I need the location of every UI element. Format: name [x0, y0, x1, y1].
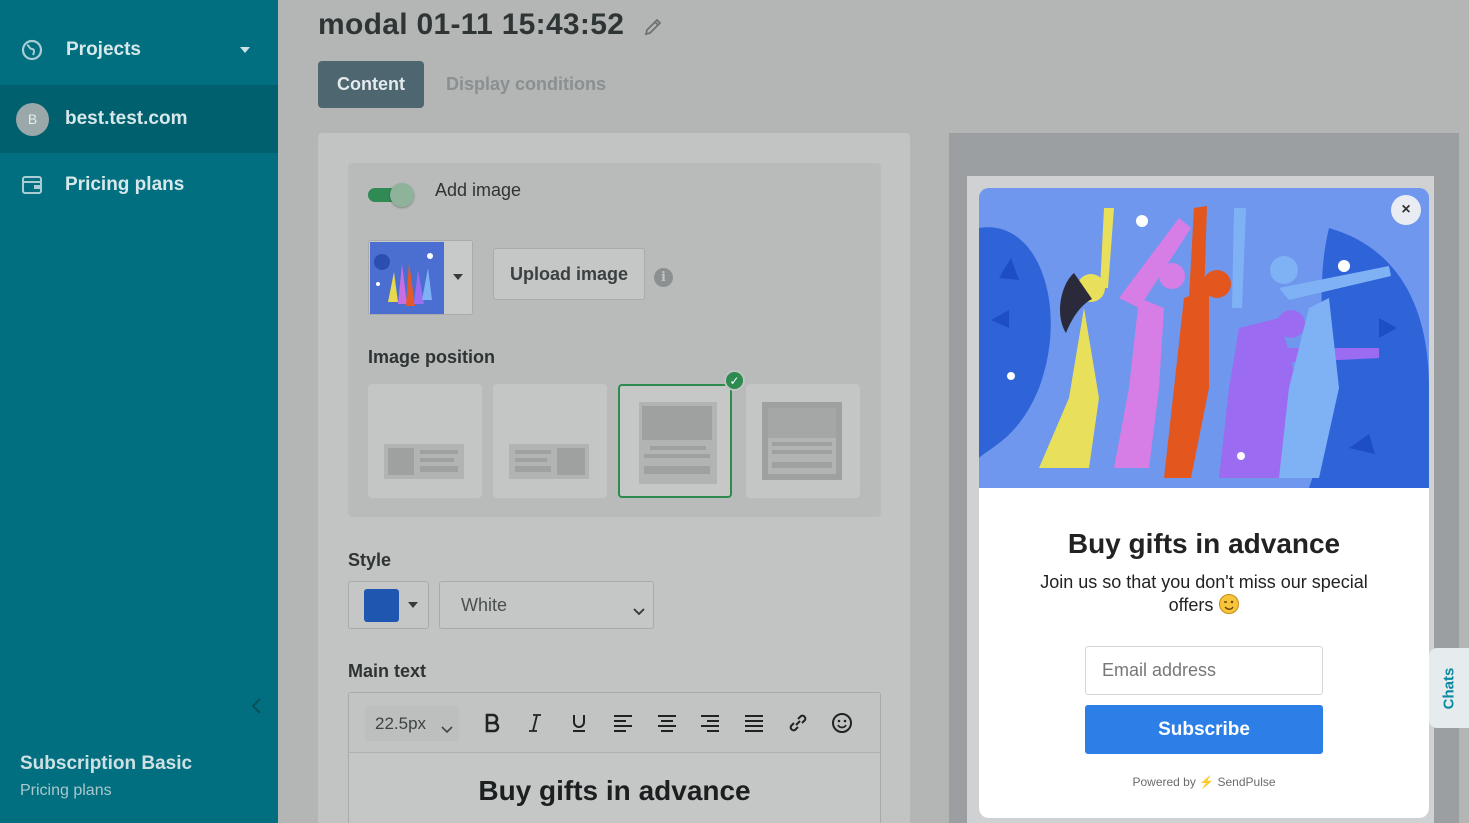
chevron-down-icon: [408, 602, 418, 608]
email-placeholder: Email address: [1102, 660, 1217, 680]
wink-emoji-icon: [1219, 594, 1240, 614]
font-size-value: 22.5px: [375, 713, 427, 733]
globe-icon: [20, 38, 44, 62]
color-picker-button[interactable]: [348, 581, 429, 629]
check-icon: ✓: [724, 370, 745, 391]
tab-display-conditions[interactable]: Display conditions: [436, 61, 616, 108]
modal-subtitle: Join us so that you don't miss our speci…: [1019, 571, 1389, 617]
modal-preview: × Buy gifts in advance Join us so that y…: [979, 188, 1429, 818]
editor-toolbar: 22.5px: [349, 693, 880, 753]
font-size-select[interactable]: 22.5px: [365, 706, 459, 741]
add-image-label: Add image: [435, 180, 522, 200]
rich-text-editor[interactable]: 22.5px Buy gifts in advance: [348, 692, 881, 823]
toggle-knob: [390, 183, 414, 207]
image-position-right[interactable]: [493, 384, 607, 498]
italic-icon[interactable]: [523, 711, 547, 735]
modal-title: Buy gifts in advance: [1067, 528, 1341, 559]
page-title: modal 01-11 15:43:52: [318, 8, 625, 41]
link-icon[interactable]: [786, 711, 810, 735]
tab-content[interactable]: Content: [318, 61, 424, 108]
avatar: B: [16, 102, 49, 136]
powered-brand: SendPulse: [1217, 775, 1276, 789]
email-field[interactable]: Email address: [1085, 646, 1323, 695]
subscribe-button[interactable]: Subscribe: [1085, 705, 1323, 754]
chevron-down-icon: [240, 47, 250, 53]
align-right-icon[interactable]: [698, 711, 722, 735]
powered-prefix: Powered by: [1132, 775, 1196, 789]
image-position-left[interactable]: [368, 384, 482, 498]
pencil-icon[interactable]: [642, 16, 664, 38]
image-position-label: Image position: [368, 347, 496, 367]
sidebar-item-projects[interactable]: Projects: [0, 17, 278, 83]
chevron-down-icon: [633, 600, 645, 616]
style-select[interactable]: White: [439, 581, 654, 629]
plan-subtitle[interactable]: Pricing plans: [20, 782, 112, 800]
sidebar-item-site[interactable]: B best.test.com: [0, 85, 278, 153]
sidebar-item-label: best.test.com: [65, 108, 188, 129]
plan-title[interactable]: Subscription Basic: [20, 753, 192, 775]
wallet-icon: [20, 173, 44, 197]
underline-icon[interactable]: [567, 711, 591, 735]
chats-label: Chats: [1440, 667, 1458, 709]
style-label: Style: [348, 550, 392, 570]
image-position-background[interactable]: [746, 384, 860, 498]
modal-illustration: [979, 188, 1429, 488]
chevron-down-icon: [441, 719, 453, 734]
sidebar-item-pricing[interactable]: Pricing plans: [0, 152, 278, 218]
bold-icon[interactable]: [480, 711, 504, 735]
color-swatch: [364, 589, 399, 622]
emoji-icon[interactable]: [830, 711, 854, 735]
align-center-icon[interactable]: [655, 711, 679, 735]
align-justify-icon[interactable]: [742, 711, 766, 735]
info-icon[interactable]: i: [654, 268, 673, 287]
chevron-left-icon[interactable]: [250, 697, 264, 715]
chevron-down-icon: [453, 274, 463, 280]
align-left-icon[interactable]: [611, 711, 635, 735]
sidebar: Projects B best.test.com Pricing plans S…: [0, 0, 278, 823]
image-thumbnail: [370, 242, 444, 314]
style-select-value: White: [461, 594, 508, 615]
add-image-toggle[interactable]: [368, 183, 414, 207]
main-text-label: Main text: [348, 661, 427, 681]
close-icon[interactable]: ×: [1391, 195, 1421, 225]
sidebar-item-label: Projects: [66, 39, 141, 60]
editor-main-text[interactable]: Buy gifts in advance: [349, 775, 880, 807]
modal-subtitle-text: Join us so that you don't miss our speci…: [1040, 572, 1368, 615]
image-thumbnail-select[interactable]: [368, 240, 473, 315]
upload-image-button[interactable]: Upload image: [493, 248, 645, 300]
sidebar-item-label: Pricing plans: [65, 174, 185, 195]
image-position-top[interactable]: [618, 384, 732, 498]
powered-by[interactable]: Powered by ⚡ SendPulse: [979, 775, 1429, 789]
chats-tab[interactable]: Chats: [1429, 648, 1469, 728]
lightning-icon: ⚡: [1199, 775, 1215, 789]
